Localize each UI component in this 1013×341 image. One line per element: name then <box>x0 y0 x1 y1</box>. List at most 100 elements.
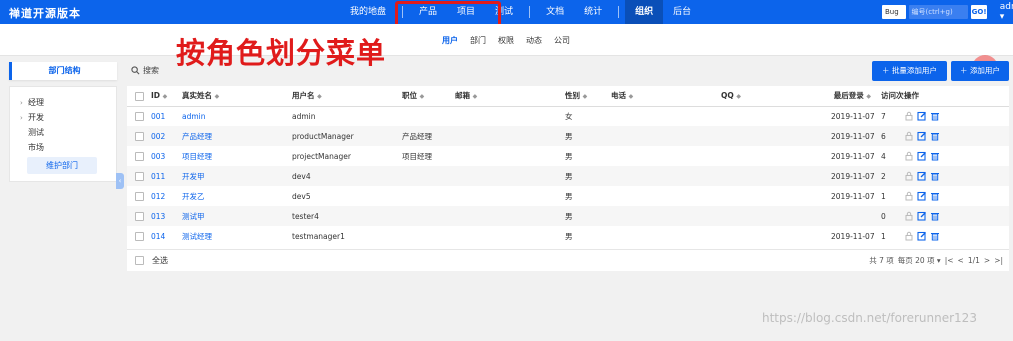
row-checkbox[interactable] <box>135 171 144 181</box>
row-checkbox[interactable] <box>135 191 144 201</box>
cell-id[interactable]: 011 <box>151 166 182 186</box>
row-checkbox[interactable] <box>135 112 144 121</box>
tab-users[interactable]: 用户 <box>436 35 464 46</box>
collapse-sidebar-handle[interactable]: ‹ <box>116 173 124 189</box>
col-last-login[interactable]: 最后登录 ◆ <box>831 86 875 107</box>
sort-icon[interactable]: ◆ <box>583 93 588 100</box>
select-all-checkbox[interactable] <box>135 256 144 265</box>
lock-icon[interactable] <box>904 191 914 201</box>
table-row[interactable]: 001 admin admin 女 2019-11-07 7 <box>127 106 1009 126</box>
next-page-button[interactable]: > <box>984 256 990 265</box>
go-button[interactable]: GO! <box>971 5 987 19</box>
lock-icon[interactable] <box>904 231 914 241</box>
maintain-dept-button[interactable]: 维护部门 <box>27 157 97 174</box>
delete-icon[interactable] <box>930 231 940 241</box>
tree-node[interactable]: › 经理 <box>20 95 44 110</box>
lock-icon[interactable] <box>904 171 914 181</box>
tree-node-label[interactable]: 经理 <box>28 98 44 107</box>
col-username[interactable]: 用户名 ◆ <box>292 86 402 107</box>
brand-title[interactable]: 禅道开源版本 <box>9 5 81 21</box>
cell-id[interactable]: 003 <box>151 146 182 166</box>
edit-icon[interactable] <box>917 191 927 201</box>
object-type-select[interactable]: Bug ▾ <box>882 5 906 30</box>
select-all-label[interactable]: 全选 <box>152 255 168 266</box>
sort-icon[interactable]: ◆ <box>317 93 322 100</box>
edit-icon[interactable] <box>917 151 927 161</box>
tab-dynamic[interactable]: 动态 <box>520 35 548 46</box>
sort-icon[interactable]: ◆ <box>215 93 220 100</box>
chevron-right-icon[interactable]: › <box>20 96 28 111</box>
cell-realname[interactable]: 产品经理 <box>182 126 292 146</box>
search-toggle[interactable]: 搜索 <box>131 65 159 76</box>
lock-icon[interactable] <box>904 111 914 121</box>
tree-node[interactable]: 市场 <box>20 140 44 155</box>
table-row[interactable]: 011 开发甲 dev4 男 2019-11-07 2 <box>127 166 1009 186</box>
sort-icon[interactable]: ◆ <box>420 93 425 100</box>
edit-icon[interactable] <box>917 211 927 221</box>
sort-icon[interactable]: ◆ <box>473 93 478 100</box>
nav-report[interactable]: 统计 <box>574 0 612 24</box>
col-email[interactable]: 邮箱 ◆ <box>455 86 565 107</box>
cell-realname[interactable]: 项目经理 <box>182 146 292 166</box>
tab-company[interactable]: 公司 <box>548 35 576 46</box>
edit-icon[interactable] <box>917 131 927 141</box>
col-qq[interactable]: QQ ◆ <box>721 86 831 107</box>
table-row[interactable]: 002 产品经理 productManager 产品经理男 2019-11-07 6 <box>127 126 1009 146</box>
per-page-select[interactable]: 每页 20 项 ▾ <box>898 255 941 266</box>
row-checkbox[interactable] <box>135 151 144 161</box>
cell-id[interactable]: 002 <box>151 126 182 146</box>
cell-realname[interactable]: 测试甲 <box>182 206 292 226</box>
delete-icon[interactable] <box>930 151 940 161</box>
lock-icon[interactable] <box>904 211 914 221</box>
add-user-button[interactable]: ＋ 添加用户 <box>951 61 1009 81</box>
table-row[interactable]: 012 开发乙 dev5 男 2019-11-07 1 <box>127 186 1009 206</box>
delete-icon[interactable] <box>930 191 940 201</box>
edit-icon[interactable] <box>917 171 927 181</box>
col-realname[interactable]: 真实姓名 ◆ <box>182 86 292 107</box>
table-row[interactable]: 003 项目经理 projectManager 项目经理男 2019-11-07 4 <box>127 146 1009 166</box>
select-all-checkbox-header[interactable] <box>135 91 144 101</box>
nav-doc[interactable]: 文档 <box>536 0 574 24</box>
nav-company[interactable]: 组织 <box>625 0 664 24</box>
cell-id[interactable]: 012 <box>151 186 182 206</box>
tree-node[interactable]: 测试 <box>20 125 44 140</box>
nav-my[interactable]: 我的地盘 <box>340 0 396 24</box>
user-menu[interactable]: admin ▾ <box>1000 2 1013 22</box>
table-row[interactable]: 014 测试经理 testmanager1 男 2019-11-07 1 <box>127 226 1009 246</box>
tree-node-label[interactable]: 开发 <box>28 113 44 122</box>
col-gender[interactable]: 性别 ◆ <box>565 86 611 107</box>
chevron-right-icon[interactable]: › <box>20 111 28 126</box>
col-phone[interactable]: 电话 ◆ <box>611 86 721 107</box>
col-id[interactable]: ID ◆ <box>151 86 182 107</box>
sort-icon[interactable]: ◆ <box>736 93 741 100</box>
prev-page-button[interactable]: < <box>958 256 964 265</box>
sort-icon[interactable]: ◆ <box>629 93 634 100</box>
cell-realname[interactable]: admin <box>182 106 292 126</box>
tab-privilege[interactable]: 权限 <box>492 35 520 46</box>
delete-icon[interactable] <box>930 111 940 121</box>
first-page-button[interactable]: |< <box>945 256 954 265</box>
lock-icon[interactable] <box>904 131 914 141</box>
col-role[interactable]: 职位 ◆ <box>402 86 455 107</box>
tab-dept[interactable]: 部门 <box>464 35 492 46</box>
tree-node-label[interactable]: 市场 <box>28 143 44 152</box>
sort-icon[interactable]: ◆ <box>163 93 168 100</box>
cell-id[interactable]: 013 <box>151 206 182 226</box>
id-search-input[interactable]: 编号(ctrl+g) <box>908 5 969 19</box>
sort-icon[interactable]: ◆ <box>866 93 871 100</box>
cell-id[interactable]: 001 <box>151 106 182 126</box>
cell-id[interactable]: 014 <box>151 226 182 246</box>
edit-icon[interactable] <box>917 111 927 121</box>
edit-icon[interactable] <box>917 231 927 241</box>
last-page-button[interactable]: >| <box>994 256 1003 265</box>
col-visits[interactable]: 访问次数 ◆ <box>875 86 904 107</box>
tree-node-label[interactable]: 测试 <box>28 128 44 137</box>
cell-realname[interactable]: 开发乙 <box>182 186 292 206</box>
delete-icon[interactable] <box>930 131 940 141</box>
row-checkbox[interactable] <box>135 211 144 221</box>
cell-realname[interactable]: 测试经理 <box>182 226 292 246</box>
lock-icon[interactable] <box>904 151 914 161</box>
table-row[interactable]: 013 测试甲 tester4 男 0 <box>127 206 1009 226</box>
delete-icon[interactable] <box>930 171 940 181</box>
row-checkbox[interactable] <box>135 131 144 141</box>
